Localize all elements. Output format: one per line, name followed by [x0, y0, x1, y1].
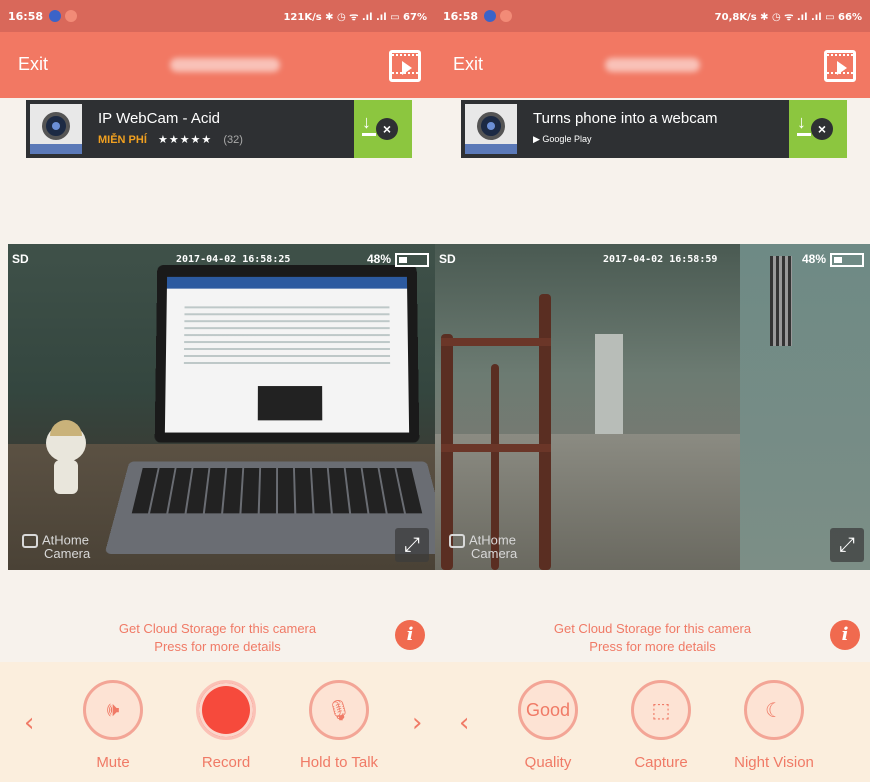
record-button[interactable]: Record [181, 680, 271, 771]
battery-icon [395, 252, 429, 267]
night-vision-label: Night Vision [734, 754, 814, 771]
facebook-notification-icon [49, 10, 62, 22]
night-vision-icon: ☾ [744, 680, 804, 740]
ad-banner[interactable]: IP WebCam - Acid MIỄN PHÍ ★★★★★ (32) × [26, 100, 412, 158]
hold-to-talk-button[interactable]: 🎙 Hold to Talk [294, 680, 384, 771]
battery-icon [830, 252, 864, 267]
recordings-icon[interactable] [389, 50, 421, 82]
fullscreen-icon[interactable]: ⤢ [395, 528, 429, 562]
feed-battery: 48% [367, 252, 429, 267]
control-bar: ‹ 🕪 Mute Record 🎙 Hold to Talk › [0, 662, 435, 782]
night-vision-button[interactable]: ☾ Night Vision [729, 680, 819, 771]
download-icon [797, 112, 811, 136]
cloud-promo-line1: Get Cloud Storage for this camera [553, 621, 752, 636]
ad-install-button[interactable]: × [789, 100, 847, 158]
battery-percent: 48% [801, 252, 826, 266]
previous-controls-icon[interactable]: ‹ [24, 708, 34, 738]
ad-rating-count: (32) [223, 134, 243, 146]
quality-icon: Good [518, 680, 578, 740]
camera-logo-icon [449, 534, 465, 548]
status-time: 16:58 [8, 9, 44, 23]
camera-logo-icon [22, 534, 38, 548]
camera-image [8, 244, 435, 570]
ad-app-icon [465, 104, 517, 154]
feed-battery: 48% [802, 252, 864, 267]
ad-title: IP WebCam - Acid [98, 110, 220, 127]
microphone-icon: 🎙 [309, 680, 369, 740]
mute-label: Mute [96, 754, 130, 771]
left-screen: 16:58 121K/s ✱ ◷ ᯤ .ıl .ıl ▭ 67% Exit IP… [0, 0, 435, 782]
download-icon [362, 112, 376, 136]
camera-image [435, 244, 870, 570]
status-bar: 16:58 121K/s ✱ ◷ ᯤ .ıl .ıl ▭ 67% [0, 0, 435, 32]
feed-timestamp: 2017-04-02 16:58:25 [176, 254, 291, 265]
battery-percent: 48% [366, 252, 391, 266]
record-label: Record [201, 754, 251, 771]
notification-icon [65, 10, 78, 22]
quality-badge: SD [12, 252, 29, 266]
athome-logo: AtHome Camera [22, 533, 90, 560]
status-bar: 16:58 70,8K/s ✱ ◷ ᯤ .ıl .ıl ▭ 66% [435, 0, 870, 32]
right-screen: 16:58 70,8K/s ✱ ◷ ᯤ .ıl .ıl ▭ 66% Exit T… [435, 0, 870, 782]
ad-rating-stars: ★★★★★ [157, 134, 213, 146]
blurred-camera-name [605, 58, 700, 72]
ad-title: Turns phone into a webcam [533, 110, 718, 127]
google-play-label: ▶ Google Play [533, 134, 592, 144]
app-bar: Exit [435, 32, 870, 98]
facebook-notification-icon [484, 10, 497, 22]
ad-subtitle: MIỄN PHÍ ★★★★★ (32) [98, 133, 243, 146]
speaker-icon: 🕪 [83, 680, 143, 740]
control-bar: ‹ Good Quality ⬚ Capture ☾ Night Vision [435, 662, 870, 782]
camera-feed[interactable]: SD 2017-04-02 16:58:25 48% AtHome Camera… [8, 244, 435, 570]
athome-logo: AtHome Camera [449, 533, 517, 560]
status-time: 16:58 [443, 9, 479, 23]
close-icon[interactable]: × [811, 118, 833, 140]
capture-icon: ⬚ [631, 680, 691, 740]
cloud-storage-promo[interactable]: Get Cloud Storage for this camera Press … [0, 620, 435, 656]
exit-button[interactable]: Exit [18, 54, 48, 75]
quality-button[interactable]: Good Quality [503, 680, 593, 771]
close-icon[interactable]: × [376, 118, 398, 140]
notification-icon [500, 10, 513, 22]
capture-label: Capture [634, 754, 688, 771]
ad-install-button[interactable]: × [354, 100, 412, 158]
previous-controls-icon[interactable]: ‹ [459, 708, 469, 738]
ad-banner[interactable]: Turns phone into a webcam ▶ Google Play … [461, 100, 847, 158]
fullscreen-icon[interactable]: ⤢ [830, 528, 864, 562]
camera-feed[interactable]: SD 2017-04-02 16:58:59 48% AtHome Camera… [435, 244, 870, 570]
quality-badge: SD [439, 252, 456, 266]
ad-price: MIỄN PHÍ [98, 134, 147, 146]
ad-app-icon [30, 104, 82, 154]
feed-timestamp: 2017-04-02 16:58:59 [603, 254, 718, 265]
next-controls-icon[interactable]: › [412, 708, 422, 738]
recordings-icon[interactable] [824, 50, 856, 82]
capture-button[interactable]: ⬚ Capture [616, 680, 706, 771]
cloud-promo-line2: Press for more details [154, 639, 281, 654]
app-bar: Exit [0, 32, 435, 98]
exit-button[interactable]: Exit [453, 54, 483, 75]
quality-label: Quality [524, 754, 572, 771]
status-indicators: 121K/s ✱ ◷ ᯤ .ıl .ıl ▭ 67% [283, 12, 427, 23]
status-indicators: 70,8K/s ✱ ◷ ᯤ .ıl .ıl ▭ 66% [714, 12, 862, 23]
hold-to-talk-label: Hold to Talk [299, 754, 379, 771]
info-icon[interactable]: i [395, 620, 425, 650]
blurred-camera-name [170, 58, 280, 72]
record-icon [196, 680, 256, 740]
cloud-storage-promo[interactable]: Get Cloud Storage for this camera Press … [435, 620, 870, 656]
info-icon[interactable]: i [830, 620, 860, 650]
mute-button[interactable]: 🕪 Mute [68, 680, 158, 771]
cloud-promo-line2: Press for more details [589, 639, 716, 654]
cloud-promo-line1: Get Cloud Storage for this camera [118, 621, 317, 636]
